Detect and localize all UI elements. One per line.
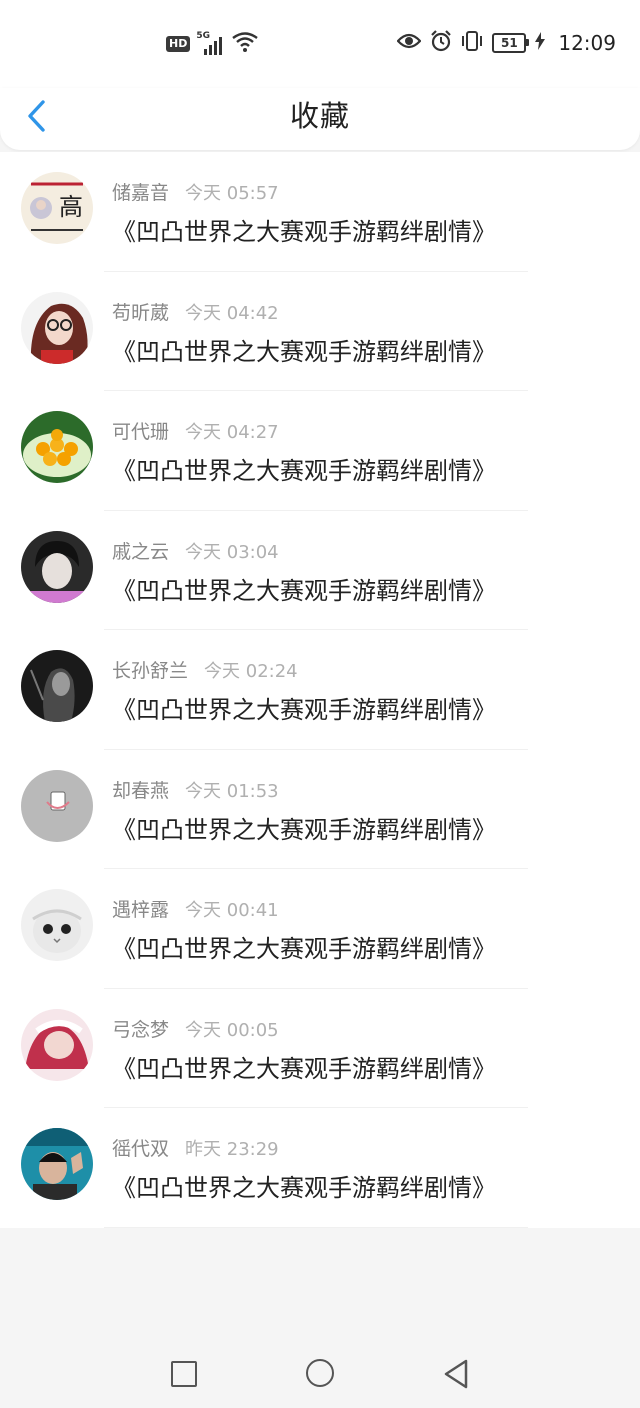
favorite-item[interactable]: 徭代双 昨天 23:29 《凹凸世界之大赛观手游羁绊剧情》 — [0, 1108, 640, 1228]
favorite-item[interactable]: 却春燕 今天 01:53 《凹凸世界之大赛观手游羁绊剧情》 — [0, 750, 640, 869]
avatar — [21, 411, 93, 483]
favorite-item[interactable]: 可代珊 今天 04:27 《凹凸世界之大赛观手游羁绊剧情》 — [0, 391, 640, 511]
divider — [104, 1226, 528, 1228]
avatar-text: 高 — [59, 193, 83, 221]
item-title: 《凹凸世界之大赛观手游羁绊剧情》 — [112, 935, 496, 963]
item-date: 今天 04:27 — [185, 422, 279, 443]
avatar: 高 — [21, 172, 93, 244]
item-title: 《凹凸世界之大赛观手游羁绊剧情》 — [112, 815, 496, 844]
avatar — [21, 530, 93, 603]
item-meta: 弓念梦 今天 00:05 — [112, 1015, 279, 1042]
item-meta: 可代珊 今天 04:27 — [112, 417, 279, 444]
favorites-list: 高 储嘉音 今天 05:57 《凹凸世界之大赛观手游羁绊剧情》 苟昕葳 今天 04:… — [0, 152, 640, 1228]
avatar — [21, 1128, 93, 1200]
item-date: 今天 00:05 — [185, 1019, 279, 1041]
avatar — [21, 291, 93, 364]
item-title: 《凹凸世界之大赛观手游羁绊剧情》 — [112, 1174, 496, 1202]
favorite-item[interactable]: 苟昕葳 今天 04:42 《凹凸世界之大赛观手游羁绊剧情》 — [0, 272, 640, 391]
item-meta: 遇梓露 今天 00:41 — [112, 895, 279, 922]
charging-icon — [535, 32, 546, 54]
author-name: 储嘉音 — [112, 182, 170, 204]
item-meta: 戚之云 今天 03:04 — [112, 537, 279, 564]
author-name: 苟昕葳 — [112, 301, 170, 324]
back-triangle-icon[interactable] — [442, 1358, 470, 1390]
status-bar: HD 5G 51 12:09 — [0, 0, 640, 88]
item-meta: 储嘉音 今天 05:57 — [112, 178, 279, 205]
author-name: 徭代双 — [112, 1138, 170, 1160]
wifi-icon — [232, 32, 259, 56]
author-name: 遇梓露 — [112, 899, 170, 921]
favorite-item[interactable]: 长孙舒兰 今天 02:24 《凹凸世界之大赛观手游羁绊剧情》 — [0, 630, 640, 750]
home-circle-icon[interactable] — [306, 1359, 334, 1387]
item-date: 今天 01:53 — [185, 780, 279, 802]
item-date: 今天 00:41 — [185, 900, 279, 921]
author-name: 戚之云 — [112, 540, 170, 563]
nav-bar: 收藏 — [0, 88, 640, 150]
item-title: 《凹凸世界之大赛观手游羁绊剧情》 — [112, 1054, 496, 1083]
eye-icon — [396, 32, 422, 54]
item-date: 今天 02:24 — [204, 661, 298, 682]
author-name: 却春燕 — [112, 779, 170, 802]
item-title: 《凹凸世界之大赛观手游羁绊剧情》 — [112, 218, 496, 246]
favorite-item[interactable]: 高 储嘉音 今天 05:57 《凹凸世界之大赛观手游羁绊剧情》 — [0, 152, 640, 272]
item-date: 今天 04:42 — [185, 302, 279, 324]
item-meta: 苟昕葳 今天 04:42 — [112, 298, 279, 325]
item-date: 昨天 23:29 — [185, 1139, 279, 1160]
item-title: 《凹凸世界之大赛观手游羁绊剧情》 — [112, 696, 496, 724]
favorite-item[interactable]: 弓念梦 今天 00:05 《凹凸世界之大赛观手游羁绊剧情》 — [0, 989, 640, 1108]
author-name: 弓念梦 — [112, 1018, 170, 1041]
avatar — [21, 769, 93, 842]
item-meta: 徭代双 昨天 23:29 — [112, 1134, 279, 1161]
vibrate-icon — [461, 30, 483, 56]
author-name: 长孙舒兰 — [112, 660, 189, 682]
avatar — [21, 889, 93, 961]
author-name: 可代珊 — [112, 421, 170, 443]
item-date: 今天 03:04 — [185, 541, 279, 563]
system-nav-bar — [0, 1338, 640, 1408]
item-date: 今天 05:57 — [185, 183, 279, 204]
page-title: 收藏 — [289, 99, 350, 133]
item-title: 《凹凸世界之大赛观手游羁绊剧情》 — [112, 576, 496, 605]
favorite-item[interactable]: 戚之云 今天 03:04 《凹凸世界之大赛观手游羁绊剧情》 — [0, 511, 640, 630]
item-title: 《凹凸世界之大赛观手游羁绊剧情》 — [112, 337, 496, 366]
status-left: HD 5G — [166, 31, 259, 56]
recent-apps-square-icon[interactable] — [171, 1361, 197, 1387]
avatar — [21, 1008, 93, 1081]
item-meta: 长孙舒兰 今天 02:24 — [112, 656, 298, 683]
item-title: 《凹凸世界之大赛观手游羁绊剧情》 — [112, 457, 496, 485]
favorite-item[interactable]: 遇梓露 今天 00:41 《凹凸世界之大赛观手游羁绊剧情》 — [0, 869, 640, 989]
clock: 12:09 — [558, 31, 616, 55]
signal-icon: 5G — [196, 31, 226, 55]
status-right: 51 12:09 — [396, 30, 616, 56]
hd-icon: HD — [166, 36, 191, 52]
item-meta: 却春燕 今天 01:53 — [112, 776, 279, 803]
battery-icon: 51 — [492, 33, 530, 53]
avatar — [21, 650, 93, 722]
alarm-icon — [430, 30, 452, 56]
